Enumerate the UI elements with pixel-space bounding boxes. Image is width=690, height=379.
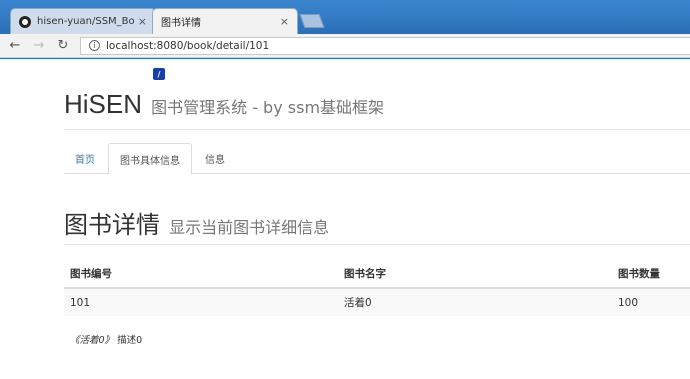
brand-title: HiSEN (64, 89, 143, 119)
table-row: 101 活着0 100 (64, 288, 690, 316)
url-text: localhost:8080/book/detail/101 (106, 39, 270, 52)
browser-titlebar: hisen-yuan/SSM_Book × / 图书详情 × (0, 0, 690, 80)
tab-book-detail[interactable]: 图书具体信息 (108, 143, 192, 175)
section-heading: 图书详情 显示当前图书详细信息 (64, 205, 329, 240)
forward-arrow-icon[interactable]: → (30, 37, 48, 55)
cell-book-name: 活着0 (338, 288, 612, 316)
browser-toolbar: ← → ↻ i localhost:8080/book/detail/101 (0, 34, 690, 58)
address-bar[interactable]: i localhost:8080/book/detail/101 (80, 36, 690, 55)
new-tab-button[interactable] (299, 14, 325, 28)
description-text: 描述0 (117, 335, 143, 346)
table-header-row: 图书编号 图书名字 图书数量 (64, 260, 690, 289)
browser-tab-github[interactable]: hisen-yuan/SSM_Book × (10, 8, 156, 34)
column-header-id: 图书编号 (64, 260, 338, 289)
page-subtitle: 显示当前图书详细信息 (169, 218, 330, 237)
column-header-count: 图书数量 (612, 260, 690, 289)
cell-book-count: 100 (612, 288, 690, 316)
divider (64, 129, 690, 130)
column-header-name: 图书名字 (338, 260, 612, 289)
description-title: 《活着0》 (70, 335, 115, 346)
tab-info[interactable]: 信息 (194, 143, 236, 174)
close-tab-icon[interactable]: × (138, 15, 147, 28)
page-content: HiSEN 图书管理系统 - by ssm基础框架 首页 图书具体信息 信息 图… (0, 59, 690, 379)
book-description: 《活着0》 描述0 (70, 332, 142, 346)
close-tab-icon[interactable]: × (280, 15, 289, 28)
tab-title: hisen-yuan/SSM_Book (37, 16, 134, 27)
divider (64, 244, 690, 245)
book-detail-table: 图书编号 图书名字 图书数量 101 活着0 100 (64, 260, 690, 316)
page-title: 图书详情 (64, 211, 160, 239)
back-arrow-icon[interactable]: ← (6, 37, 24, 55)
page-header: HiSEN 图书管理系统 - by ssm基础框架 (64, 89, 384, 120)
tab-home[interactable]: 首页 (64, 143, 106, 174)
page-favicon-icon: / (153, 68, 165, 80)
brand-subtitle: 图书管理系统 - by ssm基础框架 (151, 98, 385, 117)
info-icon[interactable]: i (89, 40, 100, 51)
reload-icon[interactable]: ↻ (54, 37, 72, 55)
browser-tab-book-detail[interactable]: / 图书详情 × (152, 8, 298, 80)
github-icon (19, 15, 31, 28)
nav-tabs: 首页 图书具体信息 信息 (64, 143, 690, 175)
cell-book-id: 101 (64, 288, 338, 316)
tab-title: 图书详情 (161, 18, 201, 29)
